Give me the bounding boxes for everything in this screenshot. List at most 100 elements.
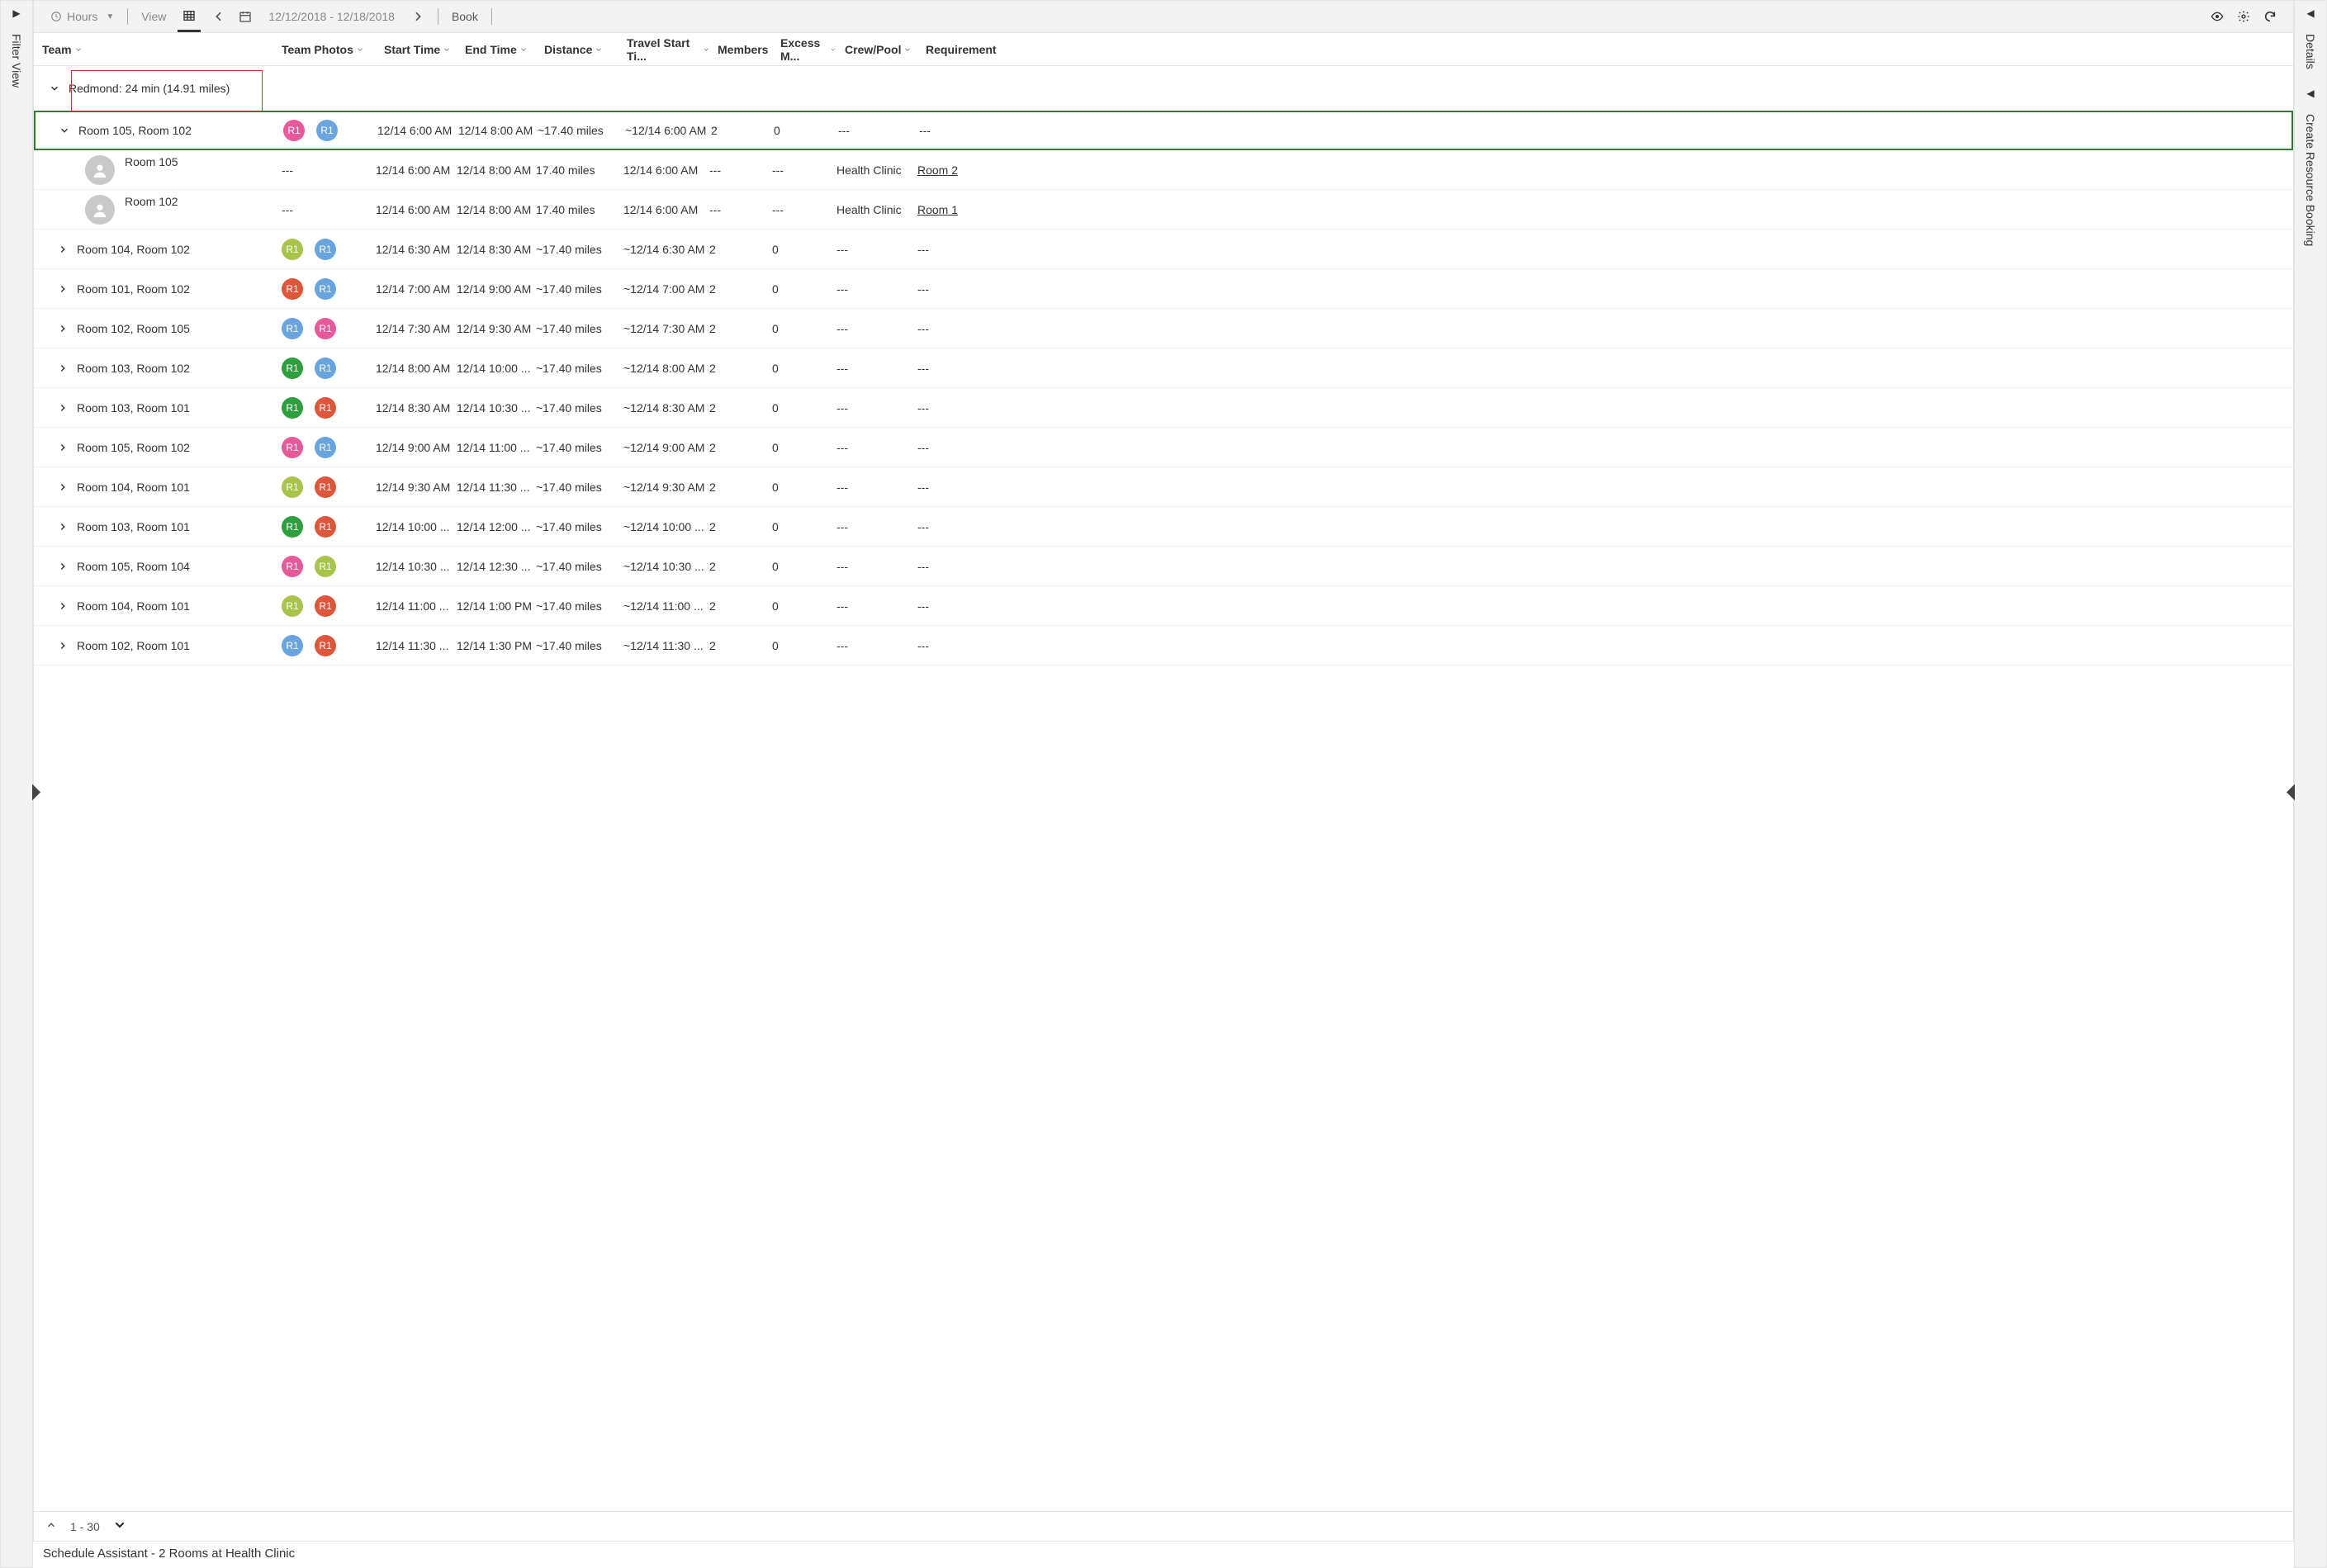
details-tab[interactable]: Details <box>2304 31 2317 73</box>
req-cell: --- <box>917 441 985 454</box>
travel-cell: ~12/14 6:00 AM <box>620 124 711 137</box>
distance-cell: ~17.40 miles <box>536 481 618 494</box>
calendar-button[interactable] <box>232 1 258 32</box>
team-name: Room 103, Room 102 <box>77 362 190 375</box>
photos-cell: R1R1 <box>273 476 376 498</box>
travel-cell: ~12/14 10:00 ... <box>618 520 709 533</box>
end-cell: 12/14 11:30 ... <box>457 481 536 494</box>
avatar: R1 <box>282 516 303 538</box>
crew-cell: --- <box>838 124 919 137</box>
avatar: R1 <box>315 397 336 419</box>
col-start[interactable]: Start Time <box>376 43 457 56</box>
photos-cell: --- <box>273 203 376 216</box>
avatar: R1 <box>315 239 336 260</box>
team-row[interactable]: Room 103, Room 101R1R112/14 10:00 ...12/… <box>34 507 2293 547</box>
distance-cell: ~17.40 miles <box>536 322 618 335</box>
col-excess[interactable]: Excess M... <box>772 36 836 63</box>
members-cell: 2 <box>709 520 772 533</box>
col-crew[interactable]: Crew/Pool <box>836 43 917 56</box>
photos-cell: --- <box>273 163 376 177</box>
photos-cell: R1R1 <box>273 278 376 300</box>
team-row[interactable]: Room 103, Room 102R1R112/14 8:00 AM12/14… <box>34 348 2293 388</box>
grid-body[interactable]: Redmond: 24 min (14.91 miles) Room 105, … <box>34 66 2293 1511</box>
date-range[interactable]: 12/12/2018 - 12/18/2018 <box>258 10 405 23</box>
distance-cell: 17.40 miles <box>536 163 618 177</box>
excess-cell: 0 <box>772 520 836 533</box>
col-requirement[interactable]: Requirement <box>917 43 985 56</box>
requirement-link[interactable]: Room 1 <box>917 203 958 216</box>
crew-cell: --- <box>836 441 917 454</box>
travel-cell: ~12/14 6:30 AM <box>618 243 709 256</box>
page-next-button[interactable] <box>113 1518 126 1534</box>
requirement-link[interactable]: Room 2 <box>917 163 958 177</box>
avatar: R1 <box>282 437 303 458</box>
req-cell: Room 1 <box>917 203 985 216</box>
chevron-down-icon <box>59 125 70 136</box>
status-bar: Schedule Assistant - 2 Rooms at Health C… <box>33 1542 2294 1568</box>
person-placeholder-icon <box>85 155 115 185</box>
group-row-redmond[interactable]: Redmond: 24 min (14.91 miles) <box>34 66 2293 111</box>
create-booking-tab[interactable]: Create Resource Booking <box>2304 111 2317 249</box>
resource-row[interactable]: Room 102---12/14 6:00 AM12/14 8:00 AM17.… <box>34 190 2293 230</box>
page-prev-button[interactable] <box>45 1519 57 1533</box>
next-button[interactable] <box>405 1 431 32</box>
chevron-right-icon <box>57 481 69 493</box>
refresh-button[interactable] <box>2257 1 2283 32</box>
expand-left-icon[interactable]: ◀ <box>2306 88 2314 99</box>
crew-cell: --- <box>836 243 917 256</box>
team-cell: Room 103, Room 102 <box>34 362 273 375</box>
chevron-left-icon <box>212 10 225 23</box>
members-cell: 2 <box>709 322 772 335</box>
settings-button[interactable] <box>2230 1 2257 32</box>
team-row[interactable]: Room 101, Room 102R1R112/14 7:00 AM12/14… <box>34 269 2293 309</box>
resource-name: Room 105 <box>125 155 178 168</box>
team-row[interactable]: Room 104, Room 101R1R112/14 9:30 AM12/14… <box>34 467 2293 507</box>
team-row[interactable]: Room 105, Room 102R1R112/14 6:00 AM12/14… <box>34 111 2293 150</box>
team-name: Room 105, Room 102 <box>77 441 190 454</box>
team-name: Room 104, Room 102 <box>77 243 190 256</box>
team-name: Room 101, Room 102 <box>77 282 190 296</box>
visibility-button[interactable] <box>2204 1 2230 32</box>
start-cell: 12/14 8:00 AM <box>376 362 457 375</box>
hours-dropdown[interactable]: Hours ▼ <box>44 1 121 32</box>
col-distance[interactable]: Distance <box>536 43 618 56</box>
req-cell: --- <box>917 401 985 415</box>
chevron-down-icon <box>443 45 451 54</box>
excess-cell: 0 <box>772 481 836 494</box>
team-row[interactable]: Room 104, Room 102R1R112/14 6:30 AM12/14… <box>34 230 2293 269</box>
prev-button[interactable] <box>206 1 232 32</box>
grid-view-icon <box>182 9 196 22</box>
crew-cell: Health Clinic <box>836 163 917 177</box>
photos-cell: R1R1 <box>273 437 376 458</box>
req-cell: --- <box>917 599 985 613</box>
team-cell: Room 104, Room 101 <box>34 481 273 494</box>
expand-right-icon[interactable]: ▶ <box>12 7 20 19</box>
filter-view-tab[interactable]: Filter View <box>10 31 23 91</box>
chevron-up-icon <box>45 1519 57 1531</box>
team-cell: Room 105, Room 102 <box>34 441 273 454</box>
team-row[interactable]: Room 105, Room 104R1R112/14 10:30 ...12/… <box>34 547 2293 586</box>
distance-cell: ~17.40 miles <box>536 520 618 533</box>
avatar: R1 <box>282 556 303 577</box>
travel-cell: ~12/14 11:00 ... <box>618 599 709 613</box>
team-row[interactable]: Room 103, Room 101R1R112/14 8:30 AM12/14… <box>34 388 2293 428</box>
resource-row[interactable]: Room 105---12/14 6:00 AM12/14 8:00 AM17.… <box>34 150 2293 190</box>
photos-cell: R1R1 <box>275 120 377 141</box>
book-button[interactable]: Book <box>445 1 485 32</box>
expand-left-icon[interactable]: ◀ <box>2306 7 2314 19</box>
col-end[interactable]: End Time <box>457 43 536 56</box>
members-cell: 2 <box>709 639 772 652</box>
members-cell: --- <box>709 203 772 216</box>
col-members[interactable]: Members <box>709 43 772 56</box>
col-team[interactable]: Team <box>34 43 273 56</box>
team-row[interactable]: Room 105, Room 102R1R112/14 9:00 AM12/14… <box>34 428 2293 467</box>
list-view-button[interactable] <box>178 1 201 32</box>
col-travel[interactable]: Travel Start Ti... <box>618 36 709 63</box>
start-cell: 12/14 8:30 AM <box>376 401 457 415</box>
col-photos[interactable]: Team Photos <box>273 43 376 56</box>
team-row[interactable]: Room 102, Room 101R1R112/14 11:30 ...12/… <box>34 626 2293 666</box>
chevron-down-icon <box>770 45 772 54</box>
photos-cell: R1R1 <box>273 239 376 260</box>
team-row[interactable]: Room 104, Room 101R1R112/14 11:00 ...12/… <box>34 586 2293 626</box>
team-row[interactable]: Room 102, Room 105R1R112/14 7:30 AM12/14… <box>34 309 2293 348</box>
